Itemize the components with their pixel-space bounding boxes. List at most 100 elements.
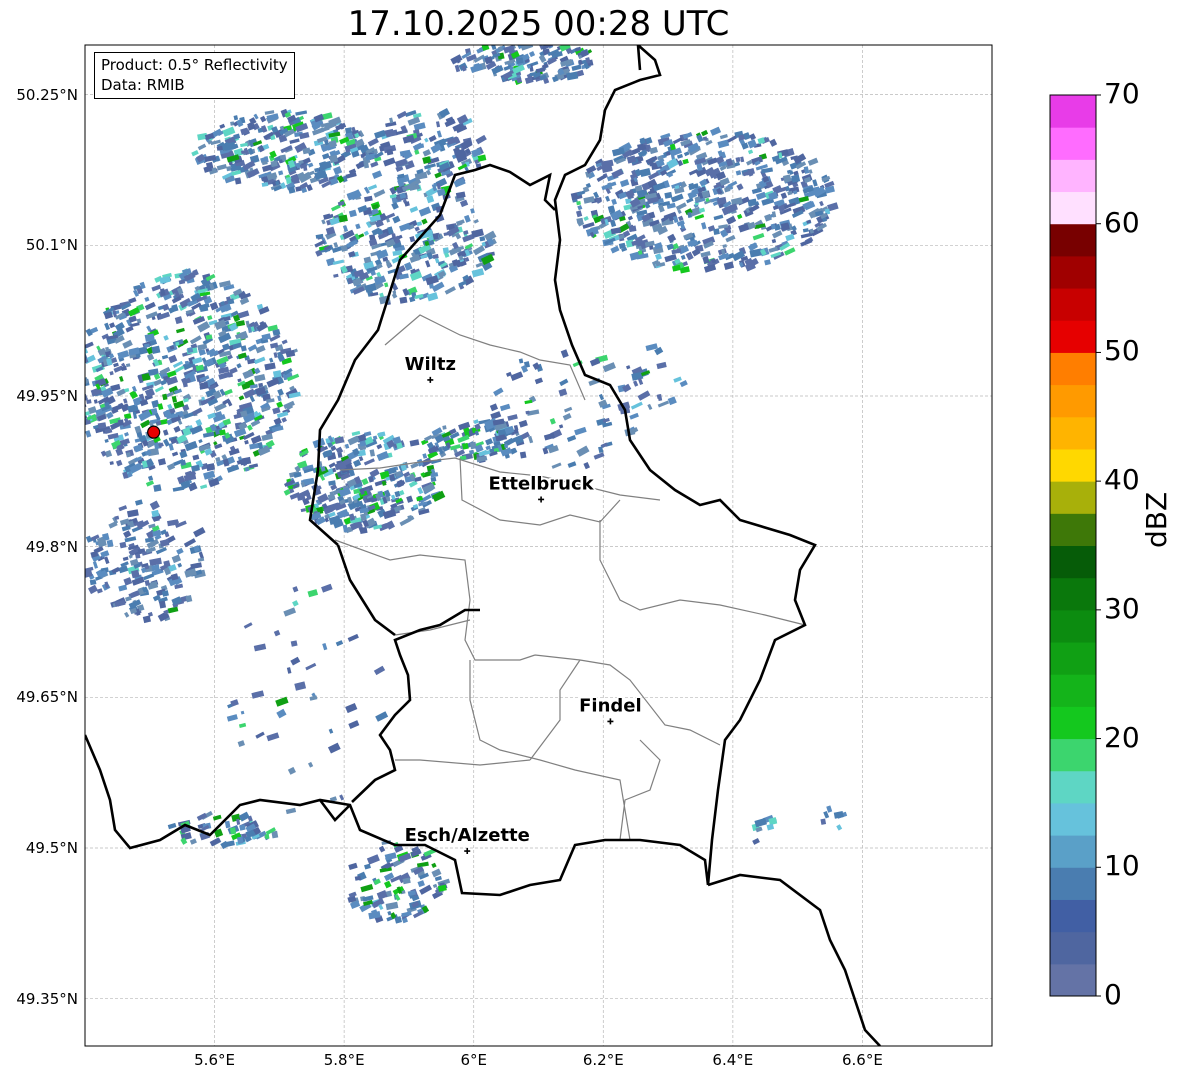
echo-cell [698,207,706,213]
echo-cell [383,157,396,167]
echo-cell [417,880,425,888]
echo-cell [162,429,169,436]
echo-cell [286,667,292,674]
echo-cell [428,135,437,143]
echo-cell [269,357,274,363]
echo-cell [149,557,162,566]
echo-cell [399,296,408,304]
echo-cell [167,822,177,830]
echo-cell [123,530,132,539]
echo-cell [784,247,796,256]
echo-cell [780,192,788,200]
echo-cell [157,458,167,466]
echo-cell [275,696,289,707]
echo-cell [473,419,479,425]
echo-cell [224,820,231,829]
lat-tick-label: 49.95°N [16,386,78,405]
echo-cell [351,430,361,436]
echo-cell [477,154,487,162]
colorbar-segment [1050,738,1096,772]
echo-cell [558,388,568,397]
echo-cell [787,190,793,196]
colorbar-label: dBZ [1140,491,1173,548]
echo-cell [196,812,208,821]
echo-cell [151,345,161,354]
echo-cell [103,556,110,565]
echo-cell [259,115,267,123]
echo-cell [434,172,442,179]
echo-cell [151,284,162,292]
echo-cell [85,430,92,438]
colorbar-segment [1050,963,1096,997]
echo-cell [833,811,844,819]
echo-cell [479,236,486,242]
echo-cell [118,505,128,512]
echo-cell [432,883,438,888]
echo-cell [292,600,299,607]
echo-cell [384,282,389,288]
echo-cell [416,861,429,868]
echo-cell [335,446,344,455]
echo-cell [633,380,639,387]
echo-cell [226,714,238,722]
echo-cell [725,215,737,225]
echo-cell [124,432,129,437]
echo-cell [416,221,423,227]
echo-cell [159,539,170,547]
echo-cell [389,117,394,124]
echo-cell [747,149,754,155]
echo-cell [392,290,397,294]
echo-cell [163,334,169,341]
echo-cell [571,64,582,71]
echo-cell [713,228,720,235]
echo-cell [370,161,379,168]
echo-cell [376,443,383,450]
echo-cell [610,245,620,254]
colorbar-segment [1050,223,1096,257]
echo-cell [242,160,256,171]
echo-cell [125,363,131,368]
colorbar-tick-label: 0 [1104,978,1122,1011]
echo-cell [328,728,334,734]
echo-cell [173,425,181,433]
colorbar-segment [1050,706,1096,740]
echo-cell [567,461,577,468]
echo-cell [273,629,281,637]
echo-cell [189,335,202,345]
echo-cell [345,702,358,714]
echo-cell [174,316,183,325]
echo-cell [785,233,795,242]
echo-cell [243,388,256,399]
echo-cell [791,174,801,183]
echo-cell [629,412,639,420]
echo-cell [74,375,80,381]
echo-cell [300,508,307,513]
echo-cell [109,371,114,376]
echo-cell [176,327,185,334]
canton-boundaries [334,314,806,841]
city-label: Findel [579,695,642,716]
echo-cell [391,202,399,210]
echo-cell [367,137,379,147]
echo-cell [812,179,818,187]
echo-cell [493,387,504,397]
echo-cell [421,218,428,225]
echo-cell [278,170,284,176]
echo-cell [135,553,141,559]
echo-cell [183,538,196,548]
echo-cell [373,189,386,198]
echo-cell [236,363,242,369]
lat-tick-label: 49.8°N [25,537,78,556]
echo-cell [471,268,485,278]
echo-cell [321,219,326,225]
lon-tick-label: 5.8°E [323,1051,365,1069]
echo-cell [184,360,190,365]
echo-cell [177,562,183,568]
colorbar-segment [1050,191,1096,225]
echo-cell [637,377,644,386]
echo-cell [307,589,319,598]
echo-cell [359,526,368,535]
echo-cell [142,615,152,624]
echo-cell [771,230,783,239]
echo-cell [206,463,216,472]
